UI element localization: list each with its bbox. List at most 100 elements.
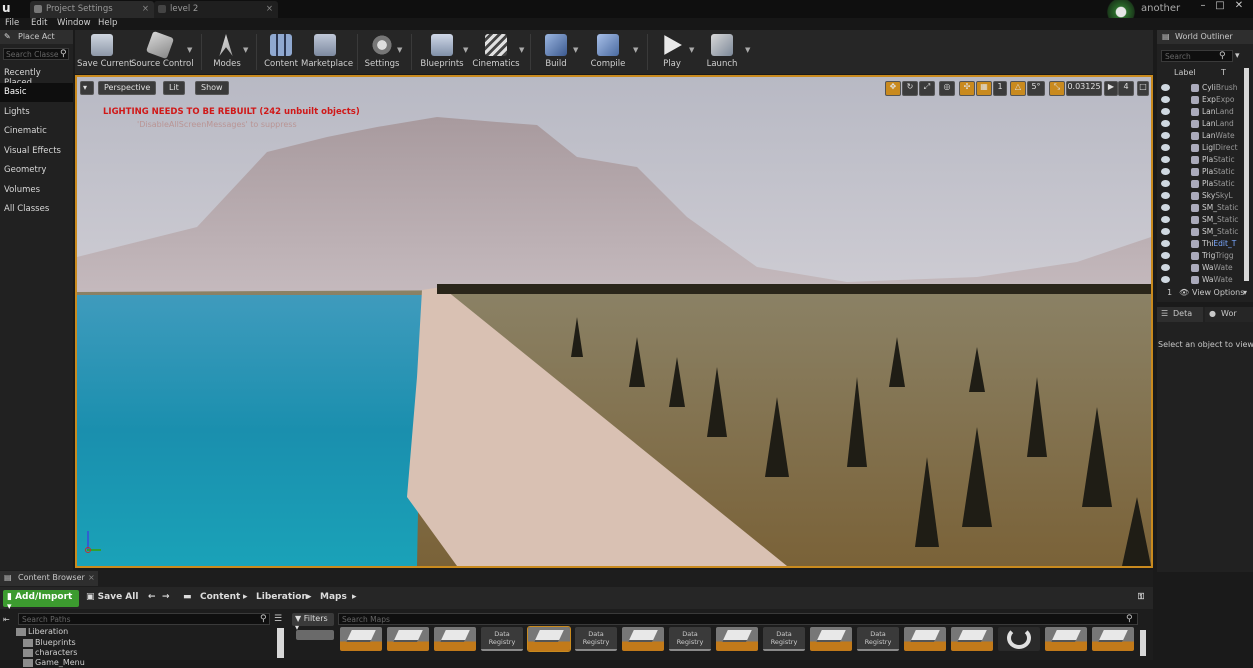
breadcrumb-liberation[interactable]: Liberation [256, 592, 308, 602]
menu-window[interactable]: Window [57, 18, 91, 30]
visibility-eye-icon[interactable] [1161, 132, 1170, 139]
asset-thumbnail[interactable]: Data Registry [857, 627, 899, 651]
label-column-header[interactable]: Label [1174, 68, 1196, 77]
visibility-eye-icon[interactable] [1161, 240, 1170, 247]
asset-thumbnail[interactable] [387, 627, 429, 651]
paths-scrollbar[interactable] [277, 628, 284, 658]
save-current-button[interactable]: Save Current [77, 30, 133, 74]
asset-thumbnail[interactable]: Data Registry [669, 627, 711, 651]
chevron-down-icon[interactable]: ▼ [187, 46, 192, 54]
cinematics-button[interactable]: ▼ Cinematics [471, 30, 524, 74]
visibility-eye-icon[interactable] [1161, 84, 1170, 91]
filters-button[interactable]: ▼ Filters ▾ [292, 613, 334, 632]
list-view-icon[interactable]: ☰ [274, 614, 282, 624]
asset-thumbnail[interactable] [810, 627, 852, 651]
minimize-icon[interactable]: – [1196, 0, 1210, 14]
search-icon[interactable]: ⚲ [60, 49, 67, 59]
close-window-icon[interactable]: ✕ [1232, 0, 1246, 14]
asset-thumbnail[interactable] [434, 627, 476, 651]
asset-thumbnail[interactable] [904, 627, 946, 651]
maximize-viewport-icon[interactable]: □ [1137, 81, 1149, 96]
assets-scrollbar[interactable] [1140, 630, 1146, 656]
search-icon[interactable]: ⚲ [1219, 51, 1226, 61]
outliner-row[interactable]: WaWate [1161, 263, 1243, 275]
grid-snap-icon[interactable]: ▦ [976, 81, 992, 96]
visibility-eye-icon[interactable] [1161, 144, 1170, 151]
category-geometry[interactable]: Geometry [0, 161, 73, 180]
world-settings-tab[interactable]: ● Wor [1205, 307, 1253, 322]
type-column-header[interactable]: T [1221, 68, 1226, 77]
asset-thumbnail[interactable]: Data Registry [481, 627, 523, 651]
tree-item-liberation[interactable]: Liberation [16, 627, 68, 637]
asset-thumbnail[interactable] [340, 627, 382, 651]
visibility-eye-icon[interactable] [1161, 216, 1170, 223]
menu-help[interactable]: Help [98, 18, 117, 30]
visibility-eye-icon[interactable] [1161, 264, 1170, 271]
visibility-eye-icon[interactable] [1161, 168, 1170, 175]
visibility-eye-icon[interactable] [1161, 228, 1170, 235]
rotate-tool-icon[interactable]: ↻ [902, 81, 918, 96]
outliner-row[interactable]: LanLand [1161, 107, 1243, 119]
asset-thumbnail[interactable] [951, 627, 993, 651]
asset-thumbnail[interactable] [527, 626, 571, 652]
build-button[interactable]: ▼ Build [541, 30, 578, 74]
content-button[interactable]: Content [263, 30, 299, 74]
outliner-row[interactable]: CyliBrush [1161, 83, 1243, 95]
chevron-down-icon[interactable]: ▾ [1243, 288, 1247, 297]
show-button[interactable]: Show [195, 81, 229, 95]
level-viewport[interactable]: ▾ Perspective Lit Show LIGHTING NEEDS TO… [75, 75, 1153, 568]
tab-project-settings[interactable]: Project Settings × [30, 1, 154, 18]
category-recently-placed[interactable]: Recently Placed [0, 64, 73, 88]
breadcrumb-maps[interactable]: Maps [320, 592, 347, 602]
visibility-eye-icon[interactable] [1161, 276, 1170, 283]
rotation-snap-icon[interactable]: △ [1010, 81, 1026, 96]
chevron-down-icon[interactable]: ▼ [519, 46, 524, 54]
tree-item-blueprints[interactable]: Blueprints [23, 638, 76, 648]
modes-button[interactable]: ▼ Modes [207, 30, 248, 74]
visibility-eye-icon[interactable] [1161, 180, 1170, 187]
back-arrow-icon[interactable]: ← [148, 592, 156, 602]
category-volumes[interactable]: Volumes [0, 181, 73, 200]
outliner-row[interactable]: SM_Static [1161, 227, 1243, 239]
outliner-row[interactable]: SkySkyL [1161, 191, 1243, 203]
menu-edit[interactable]: Edit [31, 18, 47, 30]
visibility-eye-icon[interactable] [1161, 96, 1170, 103]
scale-tool-icon[interactable]: ⤢ [919, 81, 935, 96]
forward-arrow-icon[interactable]: → [162, 592, 170, 602]
place-actors-tab[interactable]: ✎ Place Act [0, 30, 73, 44]
chevron-down-icon[interactable]: ▼ [463, 46, 468, 54]
sources-toggle-icon[interactable]: ⇤ [3, 615, 10, 624]
sky-sphere-thumbnail[interactable] [998, 627, 1040, 651]
play-button[interactable]: ▼ Play [655, 30, 694, 74]
view-options-button[interactable]: View Options [1192, 288, 1244, 297]
chevron-down-icon[interactable]: ▼ [689, 46, 694, 54]
asset-thumbnail[interactable]: Data Registry [763, 627, 805, 651]
outliner-row[interactable]: ExpExpo [1161, 95, 1243, 107]
category-basic[interactable]: Basic [0, 83, 73, 102]
add-import-button[interactable]: ▮ Add/Import ▾ [3, 590, 79, 612]
category-lights[interactable]: Lights [0, 103, 73, 122]
outliner-scrollbar[interactable] [1244, 68, 1249, 281]
menu-file[interactable]: File [5, 18, 19, 30]
asset-thumbnail[interactable] [716, 627, 758, 651]
chevron-down-icon[interactable]: ▼ [243, 46, 248, 54]
chevron-down-icon[interactable]: ▼ [573, 46, 578, 54]
camera-speed-icon[interactable]: ▶ [1104, 81, 1118, 96]
lock-icon[interactable]: ⚿ [1138, 592, 1144, 602]
outliner-row[interactable]: SM_Static [1161, 203, 1243, 215]
category-all-classes[interactable]: All Classes [0, 200, 73, 219]
category-visual-effects[interactable]: Visual Effects [0, 142, 73, 161]
filter-chip[interactable] [296, 630, 334, 640]
scale-snap-icon[interactable]: ⤡ [1049, 81, 1065, 96]
details-tab[interactable]: ☰ Deta [1157, 307, 1203, 322]
outliner-row[interactable]: PlaStatic [1161, 155, 1243, 167]
outliner-row[interactable]: PlaStatic [1161, 167, 1243, 179]
search-icon[interactable]: ⚲ [1126, 614, 1133, 624]
chevron-down-icon[interactable]: ▼ [633, 46, 638, 54]
settings-button[interactable]: ▼ Settings [363, 30, 402, 74]
chevron-down-icon[interactable]: ▼ [745, 46, 750, 54]
camera-speed-value[interactable]: 4 [1118, 81, 1134, 96]
outliner-row[interactable]: LanLand [1161, 119, 1243, 131]
blueprints-button[interactable]: ▼ Blueprints [419, 30, 468, 74]
maximize-icon[interactable]: □ [1213, 0, 1227, 14]
